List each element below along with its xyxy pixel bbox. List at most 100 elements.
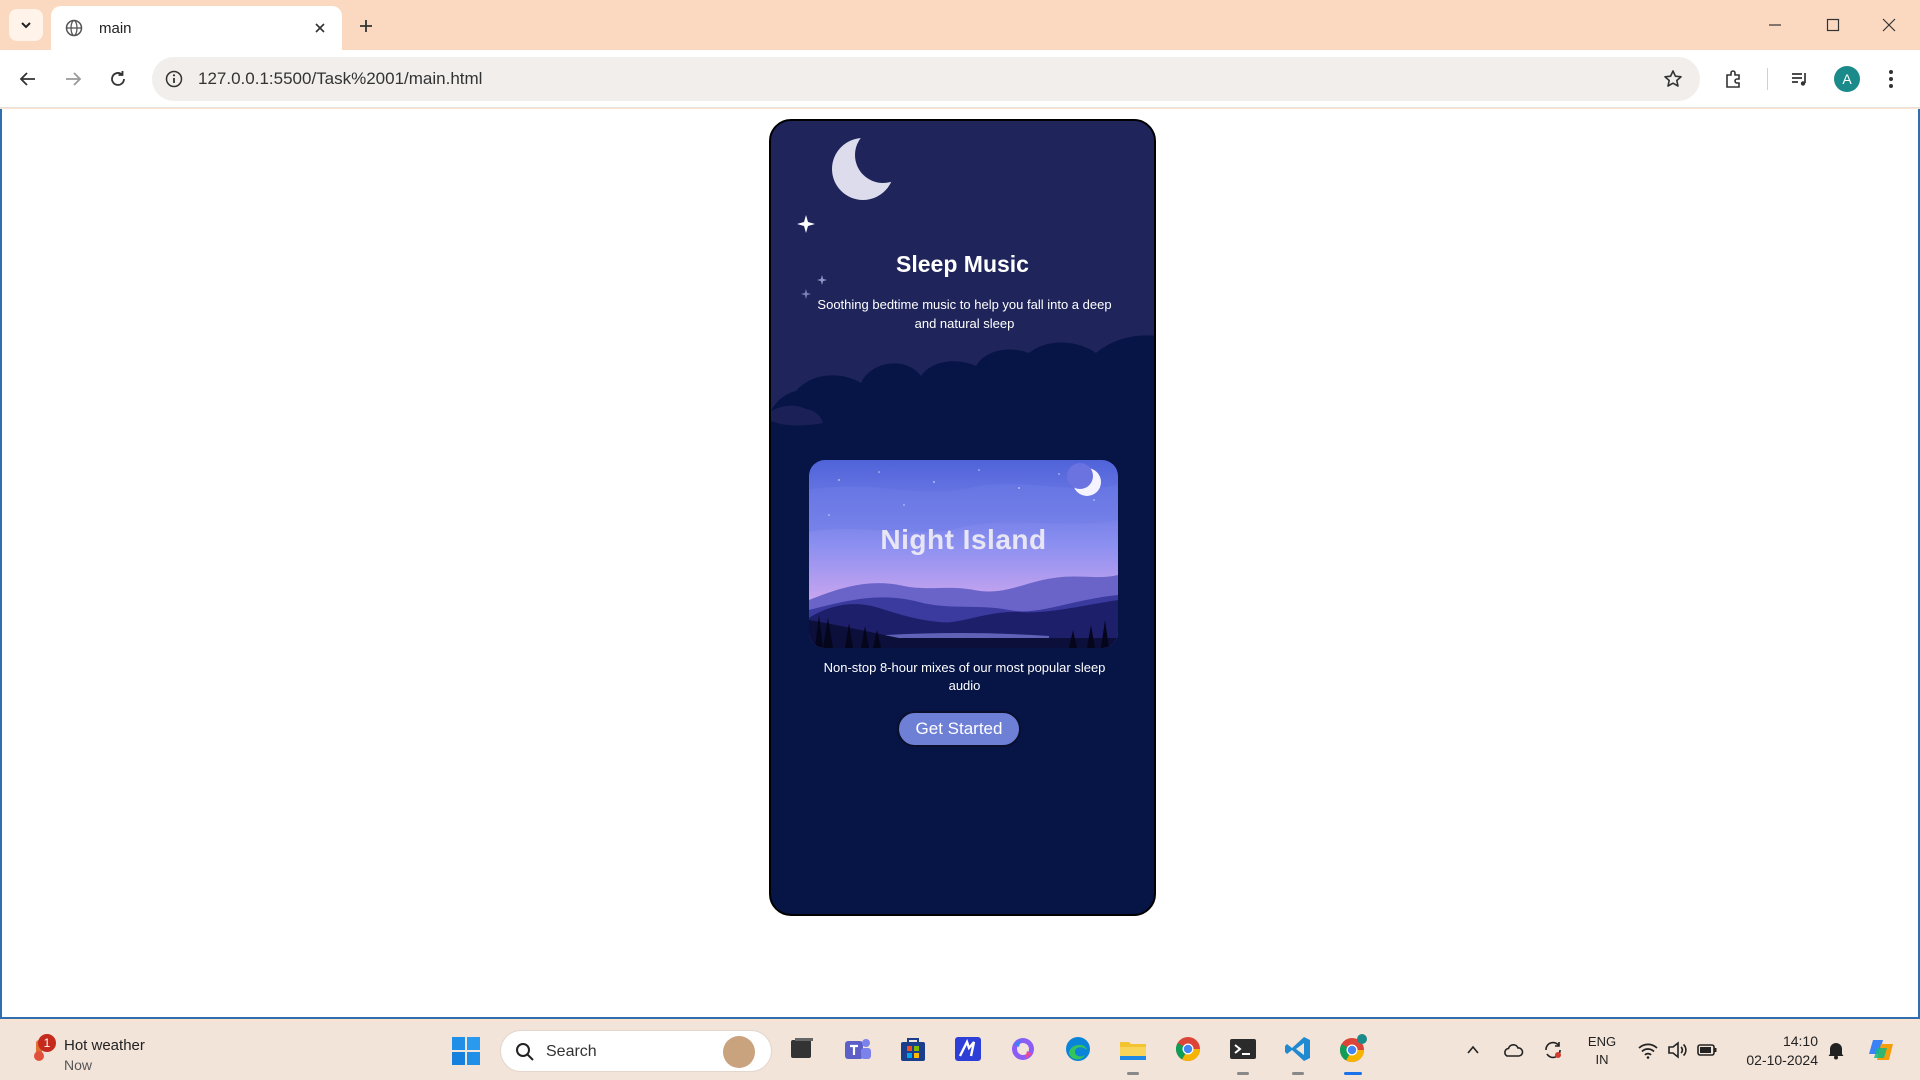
speaker-icon (1668, 1041, 1687, 1059)
search-placeholder: Search (546, 1043, 597, 1060)
get-started-button[interactable]: Get Started (897, 711, 1021, 747)
search-icon (516, 1043, 534, 1061)
taskbar-app-editor[interactable] (950, 1031, 986, 1067)
back-button[interactable] (11, 62, 45, 96)
wifi-icon (1638, 1043, 1658, 1059)
puzzle-icon (1726, 70, 1740, 88)
taskbar-app-terminal[interactable] (1225, 1031, 1261, 1075)
wifi-tray-button[interactable] (1635, 1037, 1661, 1063)
moon-icon (832, 137, 895, 200)
browser-toolbar: 127.0.0.1:5500/Task%2001/main.html (0, 50, 1920, 108)
arrow-left-icon (19, 72, 35, 86)
extensions-button[interactable] (1716, 62, 1750, 96)
teams-icon (845, 1039, 871, 1059)
app-subtitle: Soothing bedtime music to help you fall … (817, 297, 1112, 331)
browser-menu-button[interactable] (1874, 62, 1908, 96)
show-hidden-icons-button[interactable] (1460, 1037, 1486, 1063)
system-clock[interactable]: 14:10 02-10-2024 (1738, 1032, 1818, 1070)
copilot-tray-button[interactable] (1865, 1034, 1897, 1066)
maximize-icon (1826, 18, 1840, 32)
language-indicator[interactable]: ENG IN (1585, 1033, 1619, 1069)
taskbar: 1 Hot weather Now Search ENG IN 14:10 02… (0, 1021, 1920, 1080)
active-indicator (1344, 1072, 1362, 1075)
plus-icon (360, 20, 372, 32)
volume-tray-button[interactable] (1664, 1037, 1690, 1063)
folder-icon (1120, 1042, 1146, 1060)
notification-badge: 1 (38, 1034, 56, 1052)
maximize-button[interactable] (1806, 8, 1860, 42)
card-title: Night Island (880, 524, 1047, 555)
tab-title: main (99, 19, 132, 37)
sleep-music-screen: Sleep Music Soothing bedtime music to he… (769, 119, 1156, 916)
taskbar-app-vscode[interactable] (1280, 1031, 1316, 1075)
tab-search-button[interactable] (9, 9, 43, 41)
running-indicator (1237, 1072, 1249, 1075)
close-icon (1882, 18, 1896, 32)
media-controls-button[interactable] (1783, 62, 1817, 96)
browser-tab[interactable]: main (51, 6, 342, 50)
task-view-icon (791, 1038, 813, 1058)
chevron-up-icon (1467, 1045, 1479, 1054)
task-view-button[interactable] (784, 1031, 820, 1067)
copilot-pre-icon (1869, 1040, 1893, 1060)
clock-time: 14:10 (1782, 1033, 1818, 1049)
notifications-button[interactable] (1823, 1037, 1849, 1063)
battery-tray-button[interactable] (1694, 1037, 1720, 1063)
edge-icon (1066, 1037, 1090, 1061)
taskbar-app-teams[interactable] (840, 1031, 876, 1067)
tab-close-icon[interactable] (310, 18, 330, 38)
sparkle-icon (797, 215, 815, 233)
reload-icon (111, 71, 125, 86)
minimize-icon (1769, 24, 1781, 26)
sync-tray-button[interactable] (1540, 1037, 1566, 1063)
running-indicator (1292, 1072, 1304, 1075)
new-tab-button[interactable] (352, 12, 380, 40)
taskbar-app-chrome[interactable] (1170, 1031, 1206, 1067)
taskbar-app-chrome-profile[interactable] (1335, 1031, 1371, 1075)
site-info-icon[interactable] (163, 68, 185, 90)
weather-widget[interactable]: 1 Hot weather Now (22, 1029, 172, 1073)
night-island-card[interactable]: Night Island (809, 460, 1118, 648)
search-highlight-image (723, 1036, 755, 1068)
taskbar-app-file-explorer[interactable] (1115, 1031, 1151, 1075)
language-code: ENG (1587, 1034, 1617, 1049)
bookmark-star-icon[interactable] (1662, 68, 1684, 90)
battery-icon (1697, 1044, 1717, 1056)
card-description: Non-stop 8-hour mixes of our most popula… (823, 660, 1106, 693)
taskbar-app-copilot[interactable] (1005, 1031, 1041, 1067)
toolbar-separator (1767, 68, 1768, 90)
region-code: IN (1595, 1052, 1609, 1067)
taskbar-search-box[interactable]: Search (500, 1030, 772, 1072)
clock-date: 02-10-2024 (1746, 1052, 1818, 1068)
arrow-right-icon (66, 72, 82, 86)
kebab-menu-icon (1889, 70, 1893, 88)
sync-icon (1545, 1041, 1561, 1059)
url-text[interactable]: 127.0.0.1:5500/Task%2001/main.html (198, 69, 482, 89)
minimize-button[interactable] (1748, 8, 1802, 42)
chevron-down-icon (21, 22, 31, 29)
chrome-icon (1175, 1037, 1200, 1062)
reload-button[interactable] (101, 62, 135, 96)
app-title: Sleep Music (896, 251, 1029, 277)
sparkle-icon (801, 289, 811, 299)
vscode-icon (1285, 1037, 1310, 1061)
bell-icon (1828, 1043, 1844, 1060)
music-queue-icon (1792, 73, 1806, 86)
store-icon (901, 1038, 925, 1061)
taskbar-app-edge[interactable] (1060, 1031, 1096, 1067)
cloud-icon (1504, 1044, 1524, 1057)
windows-start-icon[interactable] (451, 1036, 481, 1066)
running-indicator (1127, 1072, 1139, 1075)
weather-title: Hot weather (64, 1037, 145, 1054)
taskbar-app-store[interactable] (895, 1031, 931, 1067)
address-bar[interactable]: 127.0.0.1:5500/Task%2001/main.html (152, 57, 1700, 101)
forward-button[interactable] (56, 62, 90, 96)
onedrive-tray-button[interactable] (1500, 1037, 1526, 1063)
terminal-icon (1230, 1039, 1256, 1059)
design-app-icon (955, 1037, 981, 1061)
close-window-button[interactable] (1862, 8, 1916, 42)
browser-tabstrip: main (0, 0, 1920, 50)
profile-avatar[interactable]: A (1834, 66, 1860, 92)
globe-icon (63, 17, 85, 39)
copilot-icon (1012, 1038, 1034, 1060)
